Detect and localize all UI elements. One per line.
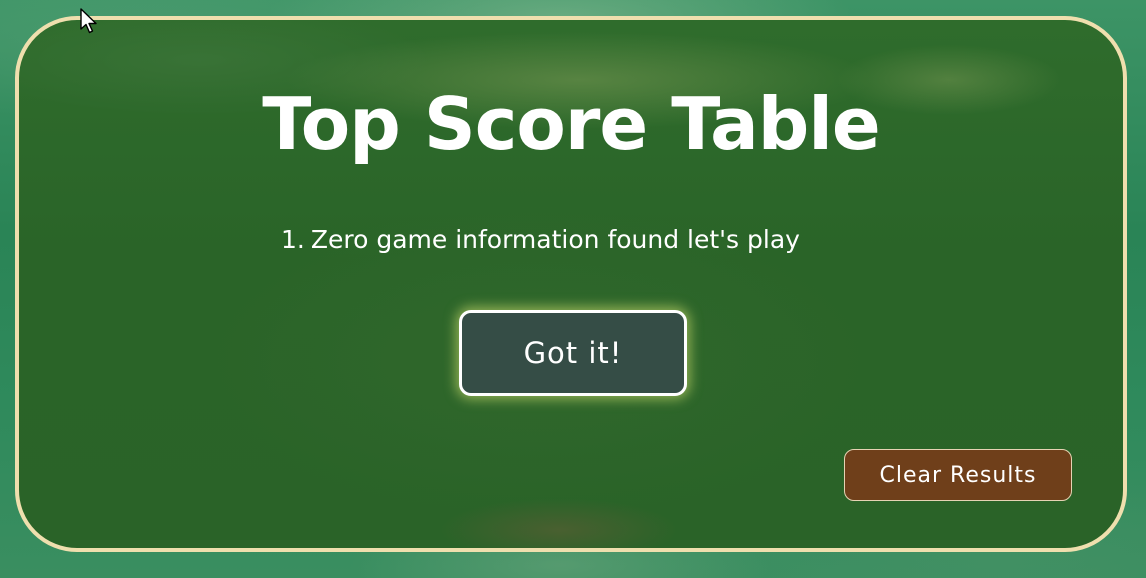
got-it-button[interactable]: Got it! (459, 310, 687, 396)
modal-title: Top Score Table (262, 82, 881, 166)
mouse-pointer-icon (80, 8, 97, 34)
score-rank: 1. (281, 225, 305, 254)
score-list-item: 1. Zero game information found let's pla… (281, 223, 800, 257)
clear-results-button[interactable]: Clear Results (844, 449, 1072, 501)
score-text: Zero game information found let's play (310, 225, 800, 254)
top-score-modal: Top Score Table 1. Zero game information… (15, 16, 1127, 552)
score-list: 1. Zero game information found let's pla… (281, 223, 800, 257)
